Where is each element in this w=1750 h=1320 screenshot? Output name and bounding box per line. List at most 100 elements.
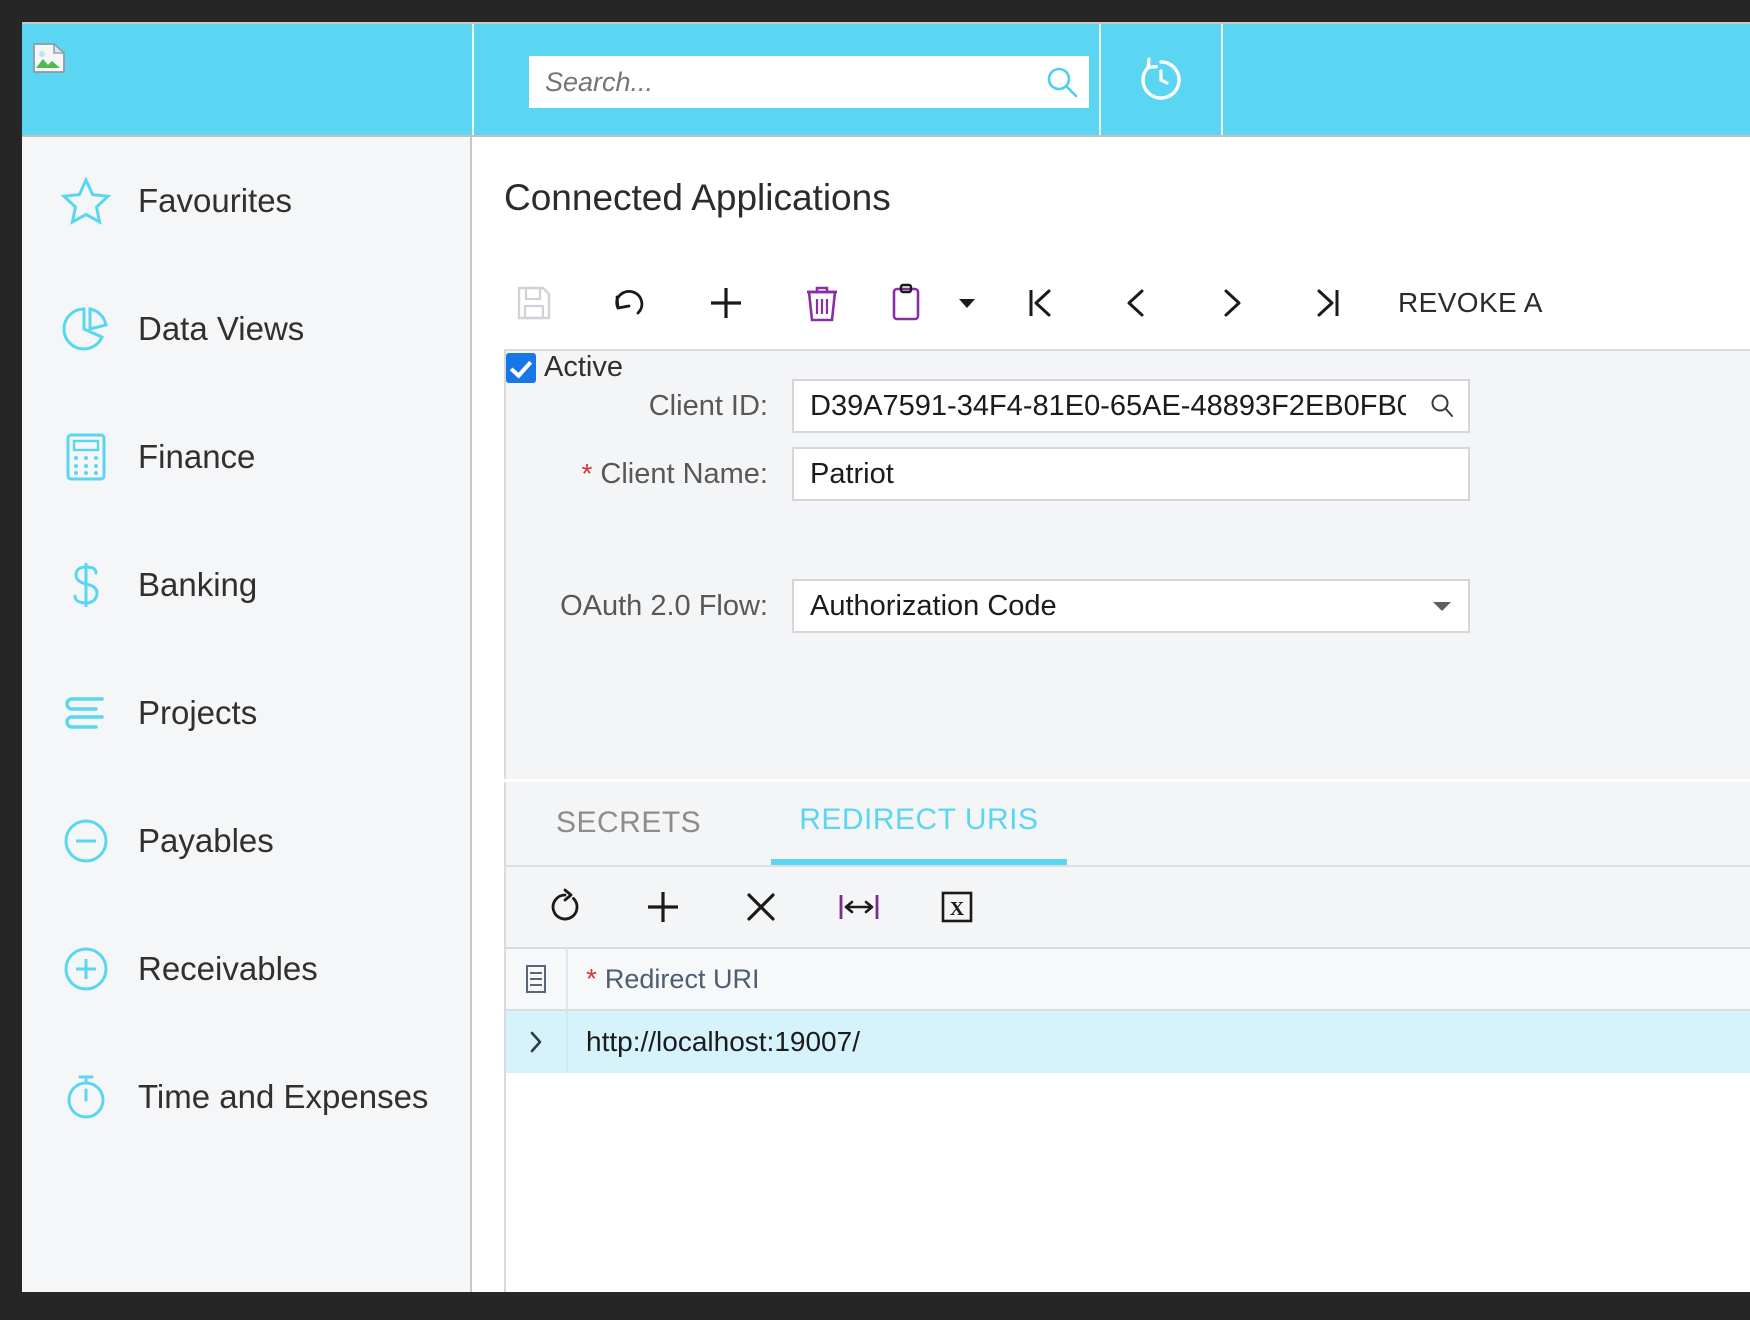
sidebar-item-finance[interactable]: Finance — [22, 393, 470, 521]
chevron-right-icon — [1214, 284, 1250, 322]
sidebar-item-label: Favourites — [138, 182, 293, 219]
first-record-button[interactable] — [992, 262, 1088, 344]
redirect-uris-grid: * Redirect URI http://localhost:19007/ — [504, 947, 1750, 1292]
magnifier-icon[interactable] — [1420, 384, 1464, 428]
cell-redirect-uri: http://localhost:19007/ — [586, 1026, 860, 1057]
plus-icon — [643, 887, 683, 927]
grid-header-row: * Redirect URI — [506, 948, 1750, 1011]
required-marker: * — [586, 963, 597, 994]
chevron-left-icon — [1118, 284, 1154, 322]
clipboard-dropdown[interactable] — [942, 262, 992, 344]
column-header-label: Redirect URI — [604, 964, 760, 994]
next-record-button[interactable] — [1184, 262, 1280, 344]
sidebar-item-label: Time and Expenses — [138, 1078, 429, 1115]
sidebar-item-label: Banking — [138, 566, 258, 603]
sidebar-item-time-and-expenses[interactable]: Time and Expenses — [22, 1033, 470, 1161]
star-icon — [60, 175, 122, 227]
trash-icon — [804, 283, 840, 323]
sidebar-item-label: Projects — [138, 694, 258, 731]
sidebar-item-label: Payables — [138, 822, 274, 859]
sidebar-item-payables[interactable]: Payables — [22, 777, 470, 905]
svg-text:X: X — [950, 898, 965, 920]
screen-background: Favourites Data Views — [0, 0, 1750, 1320]
calculator-icon — [60, 431, 122, 483]
plus-icon — [706, 283, 746, 323]
delete-button[interactable] — [774, 262, 870, 344]
required-marker: * — [581, 457, 593, 489]
column-header-redirect-uri[interactable]: * Redirect URI — [568, 963, 759, 995]
sidebar-item-label: Receivables — [138, 950, 318, 987]
oauth-flow-label: OAuth 2.0 Flow: — [560, 589, 768, 622]
application-window: Favourites Data Views — [22, 22, 1750, 1292]
main-content: Connected Applications REVOKE A Client I… — [474, 137, 1750, 1292]
sidebar-item-banking[interactable]: Banking — [22, 521, 470, 649]
fit-columns-button[interactable] — [810, 867, 908, 947]
caret-down-icon[interactable] — [1420, 584, 1464, 628]
dollar-sign-icon — [60, 559, 122, 611]
logo-area — [22, 24, 472, 135]
search-area — [474, 24, 1099, 135]
oauth-flow-value: Authorization Code — [810, 589, 1057, 622]
oauth-flow-row: OAuth 2.0 Flow: Authorization Code — [506, 579, 1646, 633]
undo-arrow-icon — [609, 284, 651, 322]
pie-chart-icon — [60, 303, 122, 355]
search-icon[interactable] — [1035, 65, 1089, 99]
sidebar-item-favourites[interactable]: Favourites — [22, 137, 470, 265]
row-indicator-icon — [506, 1011, 568, 1073]
last-record-button[interactable] — [1280, 262, 1376, 344]
broken-image-icon — [32, 42, 66, 74]
recent-history-button[interactable] — [1101, 24, 1221, 135]
close-x-icon — [743, 889, 779, 925]
client-id-field[interactable]: D39A7591-34F4-81E0-65AE-48893F2EB0FB0 — [792, 379, 1470, 433]
client-name-label-text: Client Name: — [600, 457, 768, 490]
grid-selector-icon[interactable] — [506, 948, 568, 1010]
clipboard-icon — [889, 283, 923, 323]
add-button[interactable] — [678, 262, 774, 344]
search-box[interactable] — [529, 56, 1089, 108]
save-button[interactable] — [486, 262, 582, 344]
recent-history-clock-icon — [1133, 52, 1189, 108]
sidebar-item-label: Finance — [138, 438, 256, 475]
previous-record-button[interactable] — [1088, 262, 1184, 344]
sidebar-item-label: Data Views — [138, 310, 305, 347]
stopwatch-icon — [60, 1071, 122, 1123]
plus-circle-icon — [60, 943, 122, 995]
undo-button[interactable] — [582, 262, 678, 344]
sidebar-item-receivables[interactable]: Receivables — [22, 905, 470, 1033]
page-title: Connected Applications — [504, 177, 891, 218]
sidebar-navigation: Favourites Data Views Finance Banking Pr… — [22, 137, 472, 1292]
client-id-value: D39A7591-34F4-81E0-65AE-48893F2EB0FB0 — [810, 389, 1406, 422]
oauth-flow-select[interactable]: Authorization Code — [792, 579, 1470, 633]
topbar-right-area — [1223, 24, 1750, 135]
floppy-disk-icon — [515, 284, 553, 322]
client-detail-form: Client ID: D39A7591-34F4-81E0-65AE-48893… — [504, 349, 1750, 779]
sidebar-item-projects[interactable]: Projects — [22, 649, 470, 777]
sidebar-item-data-views[interactable]: Data Views — [22, 265, 470, 393]
client-name-row: * Client Name: Patriot — [506, 447, 1646, 501]
client-id-row: Client ID: D39A7591-34F4-81E0-65AE-48893… — [506, 379, 1646, 433]
table-row[interactable]: http://localhost:19007/ — [506, 1011, 1750, 1073]
record-toolbar: REVOKE A — [474, 262, 1750, 344]
client-name-label: * Client Name: — [506, 458, 768, 491]
tab-redirect-uris[interactable]: REDIRECT URIS — [771, 781, 1067, 865]
active-checkbox[interactable] — [506, 352, 536, 383]
client-name-value: Patriot — [810, 457, 894, 490]
detail-tabs: SECRETS REDIRECT URIS — [504, 782, 1750, 867]
revoke-access-button[interactable]: REVOKE A — [1398, 287, 1543, 319]
refresh-button[interactable] — [516, 867, 614, 947]
clipboard-button[interactable] — [870, 262, 942, 344]
delete-row-button[interactable] — [712, 867, 810, 947]
fit-width-icon — [837, 890, 881, 924]
export-excel-button[interactable]: X — [908, 867, 1006, 947]
search-input[interactable] — [529, 66, 1035, 98]
minus-circle-icon — [60, 815, 122, 867]
tab-secrets[interactable]: SECRETS — [528, 781, 729, 865]
last-page-icon — [1310, 284, 1346, 322]
excel-export-icon: X — [938, 888, 976, 926]
client-name-field[interactable]: Patriot — [792, 447, 1470, 501]
refresh-icon — [546, 888, 584, 926]
layers-icon — [60, 687, 122, 739]
caret-down-icon — [957, 296, 977, 310]
add-row-button[interactable] — [614, 867, 712, 947]
client-id-label: Client ID: — [648, 389, 768, 422]
